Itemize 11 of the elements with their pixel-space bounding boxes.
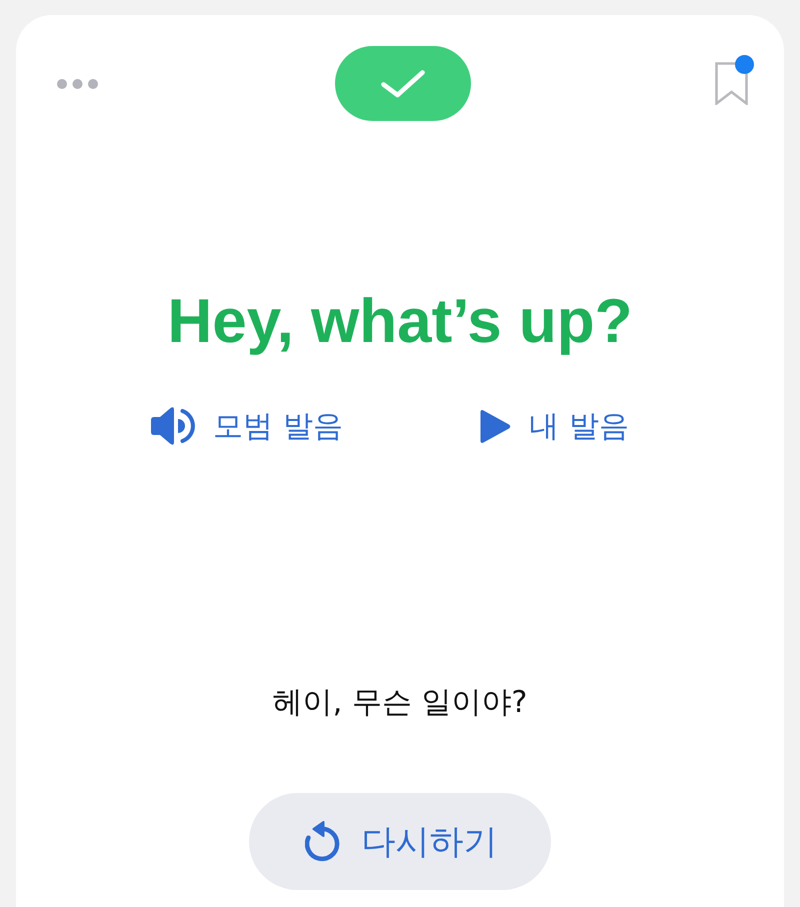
phrase-text: Hey, what’s up? xyxy=(167,286,633,358)
play-button[interactable]: 내 발음 xyxy=(479,404,629,448)
speaker-icon xyxy=(149,406,196,446)
bookmark-icon[interactable] xyxy=(715,62,748,105)
play-icon xyxy=(479,408,512,444)
listen-button[interactable]: 모범 발음 xyxy=(149,404,343,448)
more-icon[interactable] xyxy=(57,78,98,88)
retry-button[interactable]: 다시하기 xyxy=(249,793,551,890)
refresh-icon xyxy=(304,821,340,862)
translation-text: 헤이, 무슨 일이야? xyxy=(272,684,528,722)
check-icon xyxy=(380,70,424,98)
